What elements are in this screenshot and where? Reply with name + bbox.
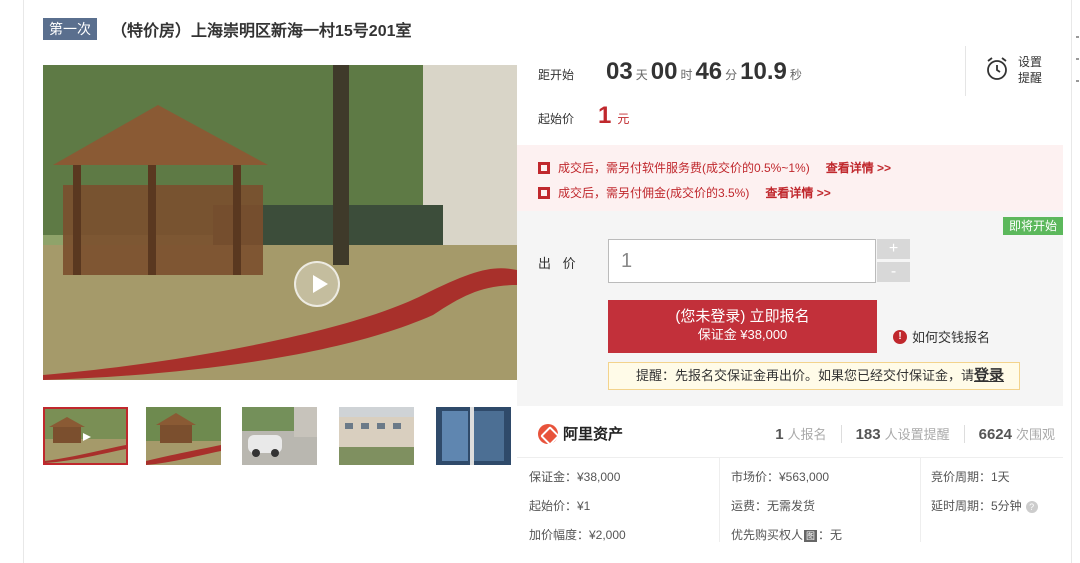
divider	[920, 458, 921, 542]
signup-count: 1	[775, 426, 784, 443]
countdown-minutes-unit: 分	[725, 68, 738, 82]
countdown-label: 距开始	[538, 68, 575, 82]
countdown: 距开始 03 天 00 时 46 分 10.9 秒	[538, 58, 805, 86]
signup-deposit-label: 保证金 ¥38,000	[697, 327, 788, 342]
priority-prefix: 优先购买权人	[731, 528, 804, 542]
divider	[719, 458, 720, 542]
countdown-days: 03	[606, 58, 633, 85]
item-title: （特价房）上海崇明区新海一村15号201室	[111, 23, 412, 40]
bid-area: 即将开始 出 价 1 + - (您未登录) 立即报名 保证金 ¥38,000 !…	[517, 211, 1063, 406]
gazebo-path-photo	[146, 407, 221, 465]
countdown-minutes: 46	[695, 58, 723, 85]
right-edge-markers	[1074, 0, 1080, 563]
signup-button[interactable]: (您未登录) 立即报名 保证金 ¥38,000	[608, 300, 877, 353]
priority-suffix: ：无	[818, 528, 843, 542]
start-price-value: 1	[598, 102, 612, 129]
start-price-info: 起始价：¥1	[529, 499, 591, 513]
market-price-info: 市场价：¥563,000	[731, 470, 830, 484]
main-image[interactable]	[43, 65, 517, 380]
gazebo-park-photo	[45, 409, 126, 463]
ali-assets-logo-icon	[538, 423, 558, 444]
bid-label: 出 价	[538, 256, 580, 271]
thumbnail-2[interactable]	[146, 407, 231, 465]
set-reminder-button[interactable]: 设置 提醒	[965, 46, 1051, 96]
priority-badge[interactable]: 图	[804, 530, 818, 542]
how-to-pay-label: 如何交钱报名	[912, 330, 991, 345]
reminder-count-unit: 人设置提醒	[884, 427, 950, 442]
thumbnail-1[interactable]	[43, 407, 128, 465]
gift-icon	[538, 186, 550, 199]
notice-line-1: 成交后，需另付软件服务费(成交价的0.5%~1%) 查看详情 >>	[538, 159, 891, 176]
login-link[interactable]: 登录	[974, 367, 1004, 384]
countdown-seconds-unit: 秒	[789, 68, 802, 82]
countdown-hours: 00	[650, 58, 678, 85]
start-price: 起始价 1 元	[538, 102, 629, 130]
shipping-info: 运费：无需发货	[731, 499, 816, 513]
round-badge: 第一次	[43, 18, 97, 40]
notice-text-1: 成交后，需另付软件服务费(成交价的0.5%~1%)	[558, 161, 810, 175]
view-count: 6624	[978, 426, 1012, 443]
help-icon[interactable]: ?	[1025, 501, 1038, 513]
signup-count-unit: 人报名	[787, 427, 827, 442]
countdown-hours-unit: 时	[680, 68, 693, 82]
title-row: 第一次 （特价房）上海崇明区新海一村15号201室	[43, 17, 412, 41]
increase-bid-button[interactable]: +	[877, 239, 910, 259]
reminder-count: 183	[855, 426, 881, 443]
reminder-line2: 提醒	[1018, 71, 1043, 85]
alarm-clock-icon	[987, 57, 1007, 80]
platform-row: 阿里资产 1 人报名 183 人设置提醒 6624 次围观	[517, 406, 1063, 458]
start-price-label: 起始价	[538, 112, 575, 126]
thumbnail-4[interactable]	[339, 407, 424, 465]
start-price-unit: 元	[617, 112, 630, 126]
deposit-info: 保证金：¥38,000	[529, 470, 621, 484]
tip-text: 提醒：先报名交保证金再出价。如果您已经交付保证金，请	[636, 368, 975, 383]
gazebo-park-photo	[43, 65, 517, 380]
priority-buyer-info: 优先购买权人图：无	[731, 526, 842, 543]
delay-cycle-label: 延时周期：5分钟	[931, 499, 1022, 513]
bid-cycle-info: 竞价周期：1天	[931, 470, 1010, 484]
countdown-days-unit: 天	[635, 68, 648, 82]
notice-text-2: 成交后，需另付佣金(成交价的3.5%)	[558, 186, 750, 200]
residential-buildings-photo	[339, 407, 414, 465]
fee-notice-box: 成交后，需另付软件服务费(成交价的0.5%~1%) 查看详情 >> 成交后，需另…	[517, 145, 1063, 211]
delay-cycle-info: 延时周期：5分钟?	[931, 497, 1038, 514]
gift-icon	[538, 161, 550, 174]
divider	[840, 424, 842, 443]
parked-car-photo	[242, 407, 317, 465]
how-to-pay-link[interactable]: ! 如何交钱报名	[893, 327, 990, 346]
reminder-line1: 设置	[1018, 55, 1043, 69]
platform-logo[interactable]: 阿里资产	[538, 423, 623, 444]
view-count-unit: 次围观	[1015, 427, 1055, 442]
auction-info: 保证金：¥38,000 起始价：¥1 加价幅度：¥2,000 市场价：¥563,…	[517, 458, 1063, 558]
notice-link-1[interactable]: 查看详情 >>	[826, 159, 891, 176]
platform-name: 阿里资产	[563, 426, 624, 443]
status-badge: 即将开始	[1002, 217, 1063, 235]
thumbnail-3[interactable]	[242, 407, 327, 465]
divider	[963, 424, 965, 443]
decrease-bid-button[interactable]: -	[877, 262, 910, 282]
info-icon: !	[893, 329, 907, 344]
login-tip: 提醒：先报名交保证金再出价。如果您已经交付保证金，请登录	[608, 362, 1020, 390]
play-video-button[interactable]	[294, 261, 340, 307]
notice-link-2[interactable]: 查看详情 >>	[765, 184, 830, 201]
increment-info: 加价幅度：¥2,000	[529, 528, 626, 542]
countdown-seconds: 10.9	[740, 58, 787, 85]
bid-input[interactable]: 1	[608, 239, 876, 283]
stats: 1 人报名 183 人设置提醒 6624 次围观	[775, 424, 1055, 443]
interior-window-photo	[436, 407, 511, 465]
signup-button-label: (您未登录) 立即报名	[675, 308, 810, 325]
thumbnail-5[interactable]	[436, 407, 521, 465]
notice-line-2: 成交后，需另付佣金(成交价的3.5%) 查看详情 >>	[538, 184, 831, 201]
